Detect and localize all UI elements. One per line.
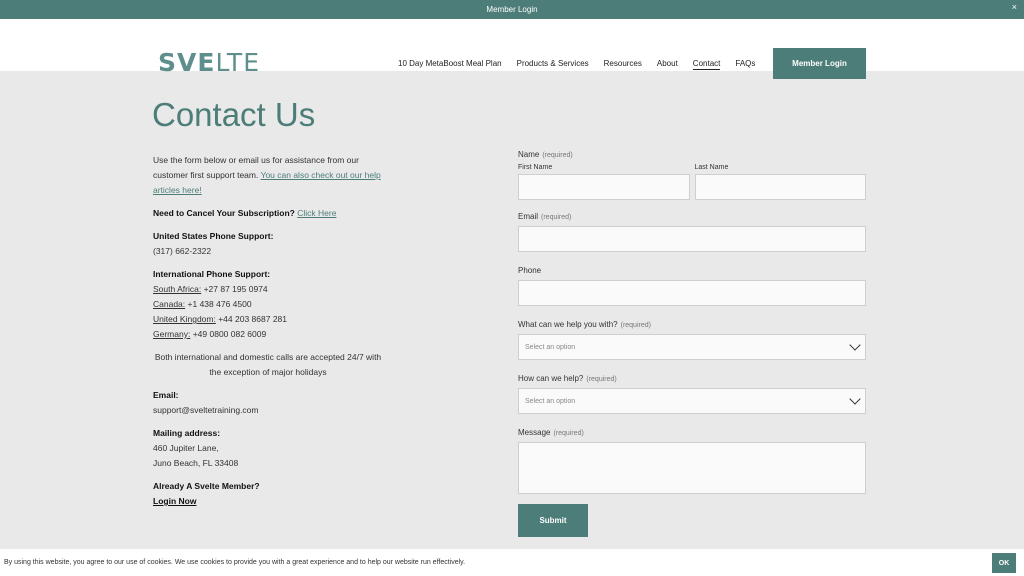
member-section: Already A Svelte Member? Login Now: [153, 479, 383, 509]
phone-input[interactable]: [518, 280, 866, 306]
us-phone-support: United States Phone Support: (317) 662-2…: [153, 229, 383, 259]
phone-group: Phone: [518, 266, 866, 306]
last-name-label: Last Name: [694, 164, 729, 171]
how-help-label-text: How can we help?: [518, 374, 584, 383]
help-with-placeholder: Select an option: [525, 343, 576, 351]
nav-meal-plan[interactable]: 10 Day MetaBoost Meal Plan: [398, 59, 502, 70]
required-tag: (required): [620, 322, 651, 329]
email-label: Email:: [153, 390, 179, 400]
page-title: Contact Us: [152, 96, 316, 133]
how-help-group: How can we help? (required) Select an opt…: [518, 374, 866, 414]
nav-faqs[interactable]: FAQs: [735, 59, 755, 70]
name-row: First Name Last Name: [518, 164, 866, 200]
required-tag: (required): [586, 376, 617, 383]
message-textarea[interactable]: [518, 442, 866, 494]
country-south-africa: South Africa:: [153, 284, 202, 294]
how-help-placeholder: Select an option: [525, 397, 576, 405]
country-canada: Canada:: [153, 299, 186, 309]
cancel-label: Need to Cancel Your Subscription?: [153, 208, 295, 218]
nav-contact[interactable]: Contact: [692, 59, 721, 70]
mailing-label: Mailing address:: [153, 428, 221, 438]
main-nav: 10 Day MetaBoost Meal Plan Products & Se…: [398, 59, 770, 70]
cancel-click-here-link[interactable]: Click Here: [297, 208, 336, 218]
country-united-kingdom: United Kingdom:: [153, 314, 216, 324]
logo-text-bold: SVE: [158, 48, 216, 77]
phone-label: Phone: [518, 266, 542, 275]
member-label: Already A Svelte Member?: [153, 481, 260, 491]
email-input[interactable]: [518, 226, 866, 252]
email-group: Email (required): [518, 212, 866, 252]
country-germany: Germany:: [153, 329, 191, 339]
phone-united-kingdom: +44 203 8687 281: [218, 314, 287, 324]
site-header: SVELTE 10 Day MetaBoost Meal Plan Produc…: [0, 19, 1024, 79]
first-name-input[interactable]: [518, 174, 690, 200]
cancel-subscription: Need to Cancel Your Subscription? Click …: [153, 206, 383, 221]
first-name-group: First Name: [518, 164, 690, 200]
email-field-label: Email (required): [518, 212, 866, 221]
us-phone-number: (317) 662-2322: [153, 246, 212, 256]
submit-button[interactable]: Submit: [518, 504, 588, 537]
nav-about[interactable]: About: [657, 59, 678, 70]
phone-canada: +1 438 476 4500: [187, 299, 252, 309]
top-member-login-link[interactable]: Member Login: [486, 5, 537, 14]
intro-paragraph: Use the form below or email us for assis…: [153, 153, 383, 198]
intl-phone-label: International Phone Support:: [153, 269, 271, 279]
cookie-ok-button[interactable]: OK: [992, 553, 1016, 573]
calls-note: Both international and domestic calls ar…: [154, 352, 382, 377]
help-with-group: What can we help you with? (required) Sel…: [518, 320, 866, 360]
how-help-label: How can we help? (required): [518, 374, 866, 383]
name-label-text: Name: [518, 150, 540, 159]
last-name-group: Last Name: [694, 164, 866, 200]
login-now-link[interactable]: Login Now: [153, 496, 196, 506]
name-group: Name (required) First Name Last Name: [518, 150, 866, 200]
last-name-input[interactable]: [694, 174, 866, 200]
help-with-label-text: What can we help you with?: [518, 320, 618, 329]
message-label-text: Message: [518, 428, 551, 437]
cookie-banner: By using this website, you agree to our …: [0, 549, 1024, 576]
first-name-label: First Name: [518, 164, 553, 171]
us-phone-label: United States Phone Support:: [153, 231, 274, 241]
contact-form: Name (required) First Name Last Name Emai…: [518, 150, 866, 537]
support-email: support@sveltetraining.com: [153, 405, 259, 415]
phone-south-africa: +27 87 195 0974: [203, 284, 268, 294]
address-line-1: 460 Jupiter Lane,: [153, 443, 219, 453]
member-login-button[interactable]: Member Login: [773, 48, 866, 79]
close-icon[interactable]: ×: [1012, 2, 1017, 12]
required-tag: (required): [542, 152, 573, 159]
intl-phone-support: International Phone Support: South Afric…: [153, 267, 383, 342]
phone-germany: +49 0800 082 6009: [192, 329, 267, 339]
logo-text-light: LTE: [215, 48, 260, 77]
message-label: Message (required): [518, 428, 866, 437]
chevron-down-icon: [849, 393, 861, 405]
cookie-text: By using this website, you agree to our …: [4, 559, 466, 566]
nav-products-services[interactable]: Products & Services: [517, 59, 589, 70]
required-tag: (required): [541, 214, 572, 221]
contact-info: Use the form below or email us for assis…: [153, 153, 383, 517]
message-group: Message (required): [518, 428, 866, 494]
help-with-label: What can we help you with? (required): [518, 320, 866, 329]
mailing-address: Mailing address: 460 Jupiter Lane, Juno …: [153, 426, 383, 471]
svelte-logo[interactable]: SVELTE: [158, 50, 260, 75]
address-line-2: Juno Beach, FL 33408: [153, 458, 239, 468]
nav-resources[interactable]: Resources: [604, 59, 642, 70]
top-announcement-bar: Member Login ×: [0, 0, 1024, 19]
email-support: Email: support@sveltetraining.com: [153, 388, 383, 418]
help-with-select[interactable]: Select an option: [518, 334, 866, 360]
chevron-down-icon: [849, 339, 861, 351]
how-help-select[interactable]: Select an option: [518, 388, 866, 414]
name-label: Name (required): [518, 150, 866, 159]
required-tag: (required): [553, 430, 584, 437]
email-label-text: Email: [518, 212, 539, 221]
